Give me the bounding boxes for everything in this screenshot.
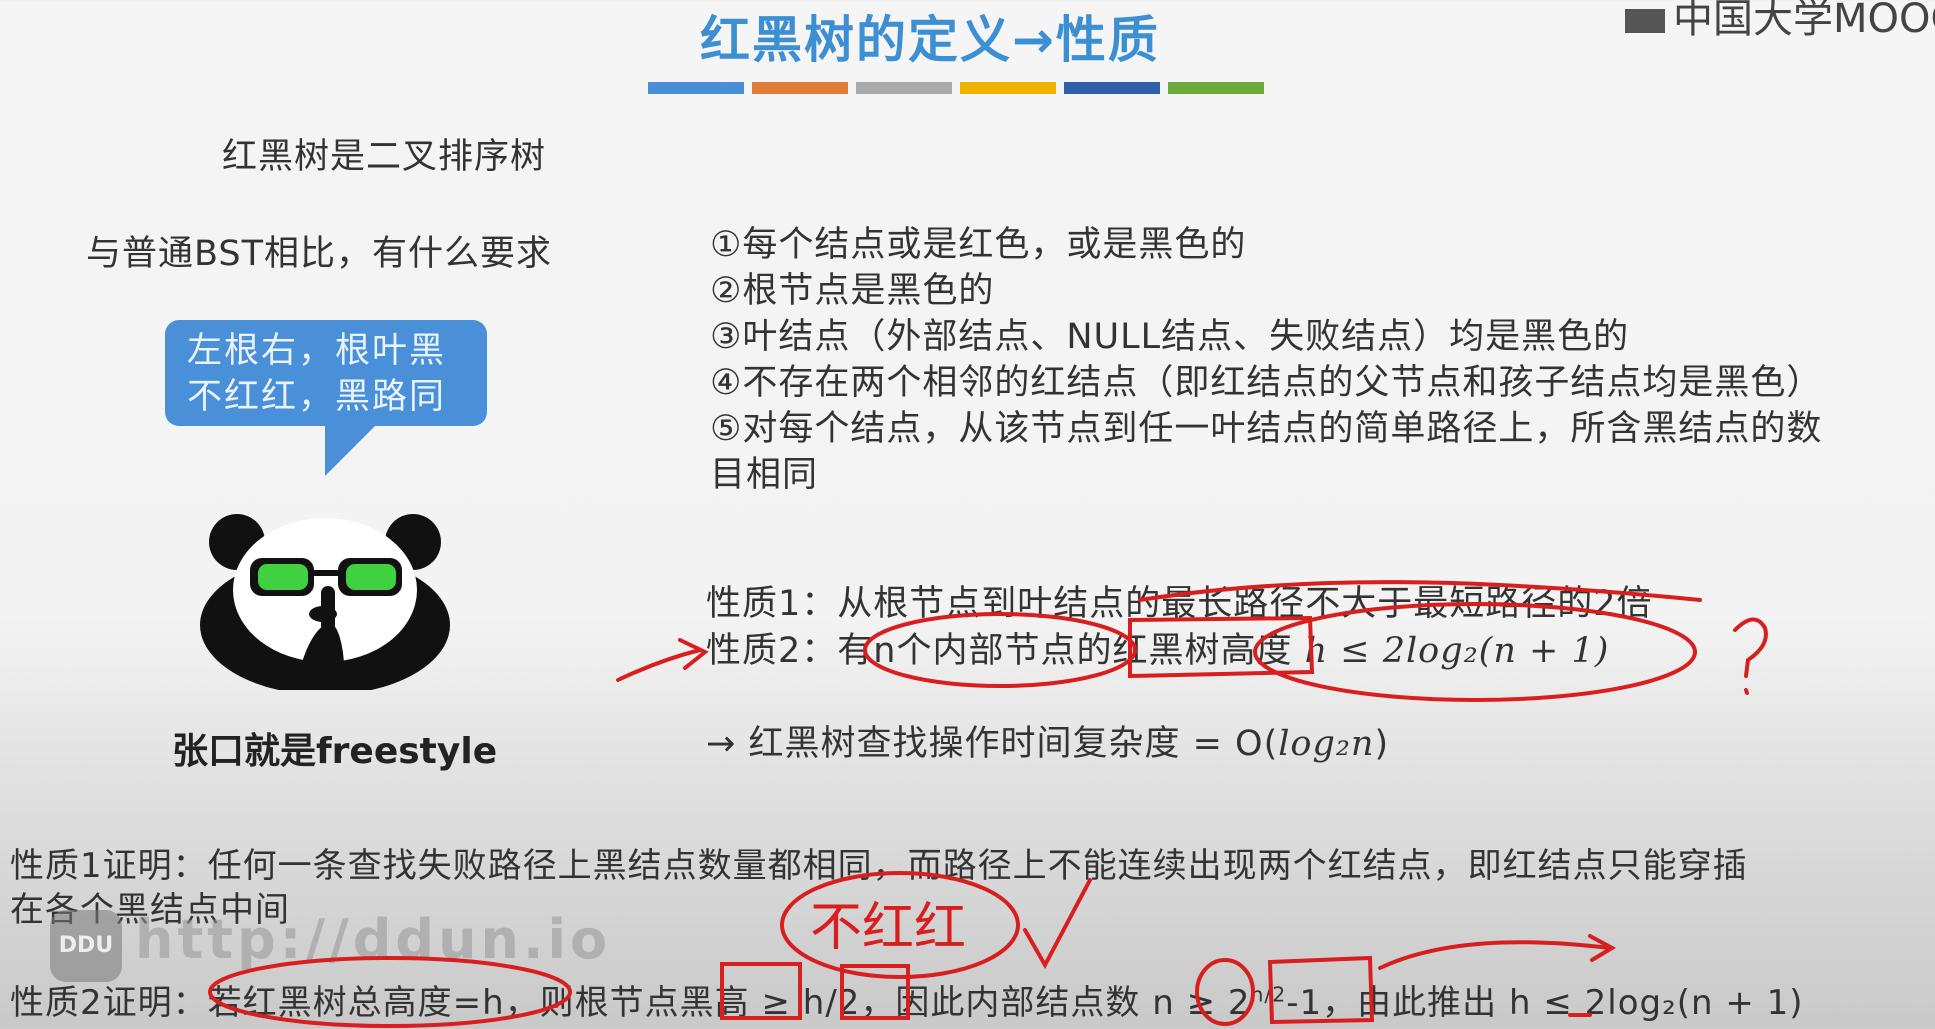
handwritten-note-text: 不红红 [810,898,966,958]
bracket-exponent [1267,955,1375,1025]
handwritten-annotations: 不红红 [208,580,1768,1028]
check-mark [1023,878,1092,970]
box-black-height [720,962,802,1020]
circle-internal-nodes [863,612,1137,688]
circle-total-height [208,956,572,1028]
arrow-to-theorem-2 [616,638,709,682]
squiggle-over-theorem-1 [1138,580,1702,602]
arrow-to-conclusion [1378,934,1617,970]
circle-height-bound [1253,602,1697,702]
question-mark [1733,617,1768,695]
circle-n [1195,958,1255,1026]
